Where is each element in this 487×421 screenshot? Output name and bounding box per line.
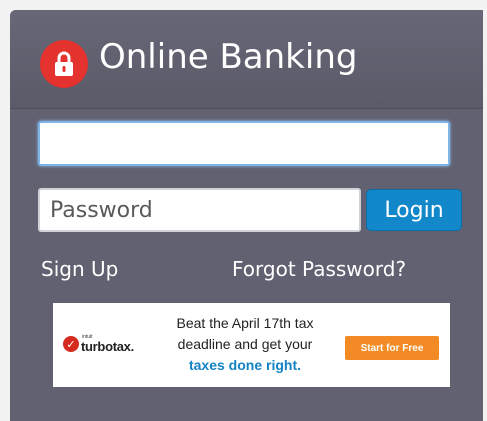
turbotax-logo: ✓ intuit turbotax. [63, 335, 134, 353]
start-for-free-button[interactable]: Start for Free [345, 336, 439, 360]
checkmark-icon: ✓ [63, 336, 79, 352]
page-edge [483, 0, 487, 421]
ad-line-3: taxes done right. [188, 357, 302, 373]
ad-line-2: deadline and get your [177, 336, 313, 352]
forgot-password-link[interactable]: Forgot Password? [232, 257, 406, 281]
panel-header: Online Banking [10, 10, 487, 109]
username-input[interactable] [38, 121, 450, 166]
sign-up-link[interactable]: Sign Up [41, 257, 118, 281]
turbotax-ad-banner[interactable]: ✓ intuit turbotax. Beat the April 17th t… [53, 303, 450, 387]
password-input[interactable] [38, 188, 361, 232]
login-button[interactable]: Login [366, 189, 462, 231]
login-panel: Online Banking Login Sign Up Forgot Pass… [10, 10, 487, 421]
ad-copy: Beat the April 17th tax deadline and get… [149, 313, 341, 376]
lock-glyph [55, 51, 73, 76]
page-title: Online Banking [99, 37, 358, 77]
ad-line-1: Beat the April 17th tax [176, 315, 314, 331]
lock-icon [40, 40, 88, 88]
turbotax-wordmark: turbotax. [81, 339, 134, 354]
